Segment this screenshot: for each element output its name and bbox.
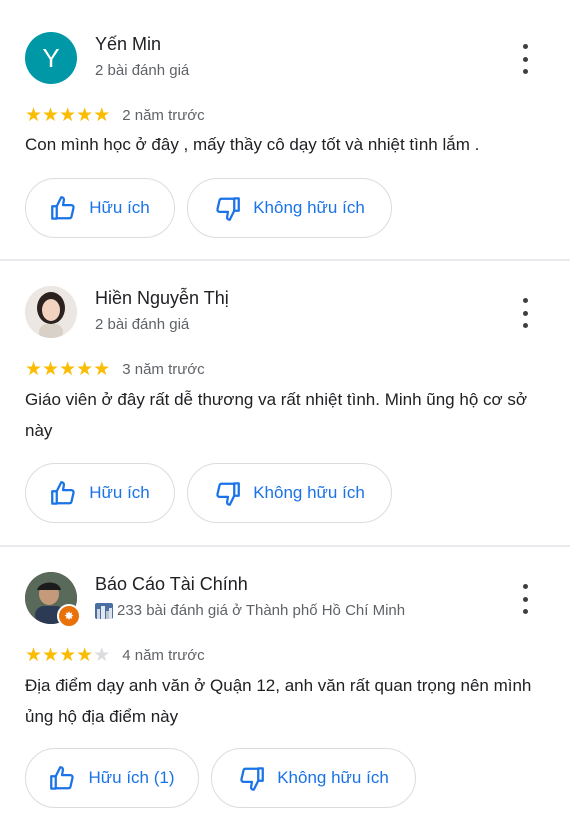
- avatar[interactable]: [25, 286, 77, 338]
- review-card: ✸ Báo Cáo Tài Chính 233 bài đánh giá ở T…: [0, 548, 570, 826]
- divider: [0, 259, 570, 261]
- more-options-icon[interactable]: [514, 584, 536, 614]
- star-icon: ★: [76, 105, 94, 126]
- city-icon: [95, 602, 113, 619]
- star-icon: ★: [25, 359, 43, 380]
- star-icon: ★: [59, 645, 77, 666]
- review-text: Con mình học ở đây , mấy thầy cô dạy tốt…: [25, 135, 480, 154]
- star-icon: ★: [42, 359, 60, 380]
- not-helpful-button[interactable]: Không hữu ích: [187, 178, 392, 238]
- star-icon: ★: [76, 645, 94, 666]
- review-text: Địa điểm dạy anh văn ở Quận 12, anh văn …: [25, 676, 532, 726]
- profile-photo: [25, 286, 77, 338]
- star-icon: ★: [93, 359, 111, 380]
- review-date: 3 năm trước: [122, 361, 205, 378]
- reviewer-name[interactable]: Hiền Nguyễn Thị: [95, 288, 229, 309]
- star-icon: ★: [25, 645, 43, 666]
- thumbs-up-icon: [51, 195, 75, 220]
- star-icon: ★: [93, 645, 111, 666]
- star-icon: ★: [59, 359, 77, 380]
- helpful-button[interactable]: Hữu ích: [25, 463, 175, 523]
- star-icon: ★: [42, 645, 60, 666]
- helpful-button[interactable]: Hữu ích (1): [25, 748, 199, 808]
- thumbs-down-icon: [240, 766, 265, 791]
- thumbs-up-icon: [51, 480, 75, 505]
- review-text: Giáo viên ở đây rất dễ thương va rất nhi…: [25, 390, 528, 440]
- review-date: 4 năm trước: [122, 647, 205, 664]
- not-helpful-button[interactable]: Không hữu ích: [187, 463, 392, 523]
- not-helpful-button[interactable]: Không hữu ích: [211, 748, 416, 808]
- review-card: Hiền Nguyễn Thị 2 bài đánh giá ★ ★ ★ ★ ★…: [0, 262, 570, 546]
- reviewer-meta: 2 bài đánh giá: [95, 316, 190, 333]
- avatar[interactable]: Y: [25, 32, 77, 84]
- thumbs-down-icon: [216, 481, 241, 506]
- reviewer-meta: 233 bài đánh giá ở Thành phố Hồ Chí Minh: [95, 602, 405, 619]
- star-icon: ★: [76, 359, 94, 380]
- divider: [0, 545, 570, 547]
- reviewer-name[interactable]: Yến Min: [95, 34, 161, 55]
- reviewer-name[interactable]: Báo Cáo Tài Chính: [95, 574, 248, 595]
- thumbs-up-icon: [50, 765, 75, 790]
- thumbs-down-icon: [216, 196, 241, 221]
- star-icon: ★: [59, 105, 77, 126]
- star-rating: ★ ★ ★ ★ ★ 2 năm trước: [25, 106, 205, 125]
- helpful-button[interactable]: Hữu ích: [25, 178, 175, 238]
- reviewer-meta: 2 bài đánh giá: [95, 62, 190, 79]
- star-icon: ★: [93, 105, 111, 126]
- review-date: 2 năm trước: [122, 107, 205, 124]
- star-icon: ★: [25, 105, 43, 126]
- star-rating: ★ ★ ★ ★ ★ 4 năm trước: [25, 646, 205, 665]
- local-guide-badge-icon: ✸: [57, 604, 81, 628]
- more-options-icon[interactable]: [514, 298, 536, 328]
- star-rating: ★ ★ ★ ★ ★ 3 năm trước: [25, 360, 205, 379]
- review-card: Y Yến Min 2 bài đánh giá ★ ★ ★ ★ ★ 2 năm…: [0, 0, 570, 260]
- avatar[interactable]: ✸: [25, 572, 81, 628]
- star-icon: ★: [42, 105, 60, 126]
- more-options-icon[interactable]: [514, 44, 536, 74]
